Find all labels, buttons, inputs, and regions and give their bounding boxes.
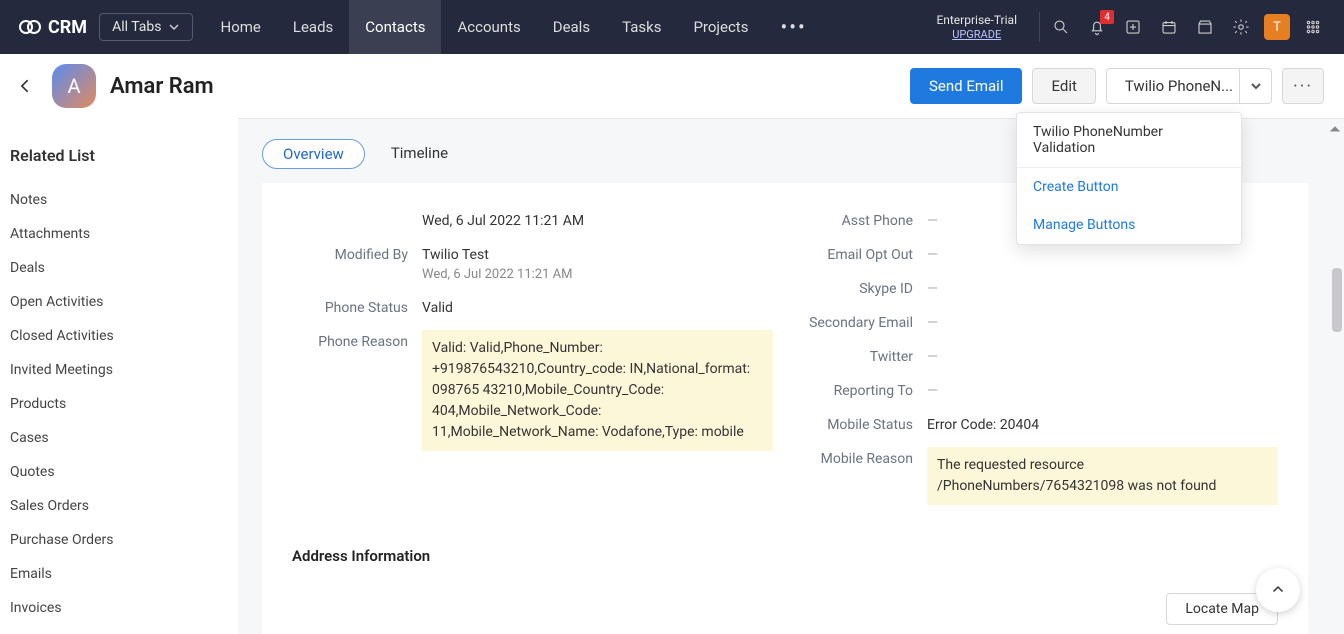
trial-name: Enterprise-Trial	[936, 13, 1017, 27]
nav-tabs: Home Leads Contacts Accounts Deals Tasks…	[205, 0, 823, 54]
notification-badge: 4	[1100, 10, 1114, 24]
nav-leads[interactable]: Leads	[277, 0, 349, 54]
sidebar-item-purchase-orders[interactable]: Purchase Orders	[10, 523, 228, 557]
related-list-title: Related List	[10, 140, 228, 183]
sidebar-item-cases[interactable]: Cases	[10, 421, 228, 455]
gear-icon[interactable]	[1226, 12, 1256, 42]
value-modified-by: Twilio Test Wed, 6 Jul 2022 11:21 AM	[422, 243, 773, 286]
header-actions: Send Email Edit Twilio PhoneN... ··· Twi…	[910, 68, 1330, 104]
overview-card: Wed, 6 Jul 2022 11:21 AM Modified By Twi…	[262, 183, 1308, 634]
tab-overview[interactable]: Overview	[262, 139, 365, 169]
custom-button-label: Twilio PhoneN...	[1125, 77, 1239, 95]
label-skype: Skype ID	[797, 277, 927, 301]
sidebar-item-sales-orders[interactable]: Sales Orders	[10, 489, 228, 523]
vertical-scrollbar[interactable]	[1326, 118, 1344, 634]
sidebar-item-products[interactable]: Products	[10, 387, 228, 421]
sidebar-item-invoices[interactable]: Invoices	[10, 591, 228, 625]
back-button[interactable]	[14, 74, 38, 98]
nav-more[interactable]: •••	[764, 0, 822, 54]
label-twitter: Twitter	[797, 345, 927, 369]
value-twitter: —	[927, 345, 1278, 369]
sidebar-item-attachments[interactable]: Attachments	[10, 217, 228, 251]
label-reporting-to: Reporting To	[797, 379, 927, 403]
value-phone-status: Valid	[422, 296, 773, 320]
label-phone-status: Phone Status	[292, 296, 422, 320]
search-icon[interactable]	[1046, 12, 1076, 42]
nav-deals[interactable]: Deals	[537, 0, 606, 54]
label-mobile-reason: Mobile Reason	[797, 447, 927, 471]
brand-text: CRM	[48, 17, 87, 38]
value-skype: —	[927, 277, 1278, 301]
contact-avatar: A	[52, 64, 96, 108]
value-mobile-reason: The requested resource /PhoneNumbers/765…	[927, 447, 1278, 505]
left-column: Wed, 6 Jul 2022 11:21 AM Modified By Twi…	[292, 199, 773, 513]
label-modified-by: Modified By	[292, 243, 422, 267]
upgrade-link[interactable]: UPGRADE	[952, 28, 1001, 41]
modified-date: Wed, 6 Jul 2022 11:21 AM	[422, 267, 773, 282]
label-mobile-status: Mobile Status	[797, 413, 927, 437]
value-reporting-to: —	[927, 379, 1278, 403]
trial-banner: Enterprise-Trial UPGRADE	[924, 13, 1029, 42]
menu-twilio-validation[interactable]: Twilio PhoneNumber Validation	[1017, 113, 1241, 168]
sidebar-item-closed-activities[interactable]: Closed Activities	[10, 319, 228, 353]
label-email-opt-out: Email Opt Out	[797, 243, 927, 267]
custom-button-dropdown[interactable]: Twilio PhoneN...	[1106, 68, 1272, 104]
menu-manage-buttons[interactable]: Manage Buttons	[1017, 206, 1241, 244]
top-nav: CRM All Tabs Home Leads Contacts Account…	[0, 0, 1344, 54]
nav-contacts[interactable]: Contacts	[349, 0, 441, 54]
apps-grid-icon[interactable]	[1298, 12, 1328, 42]
nav-tool-icons: 4 T	[1039, 12, 1334, 42]
sidebar-item-deals[interactable]: Deals	[10, 251, 228, 285]
sidebar-item-notes[interactable]: Notes	[10, 183, 228, 217]
all-tabs-label: All Tabs	[112, 19, 161, 35]
sidebar-item-open-activities[interactable]: Open Activities	[10, 285, 228, 319]
label-secondary-email: Secondary Email	[797, 311, 927, 335]
contact-header: A Amar Ram Send Email Edit Twilio PhoneN…	[0, 54, 1344, 118]
chevron-down-icon[interactable]	[1239, 69, 1271, 103]
scrollbar-thumb[interactable]	[1332, 268, 1342, 332]
value-mobile-status: Error Code: 20404	[927, 413, 1278, 437]
nav-tasks[interactable]: Tasks	[606, 0, 677, 54]
right-column: Asst Phone— Email Opt Out— Skype ID— Sec…	[797, 199, 1278, 513]
created-date: Wed, 6 Jul 2022 11:21 AM	[422, 209, 773, 233]
value-email-opt-out: —	[927, 243, 1278, 267]
section-address-info: Address Information	[292, 547, 1278, 565]
value-phone-reason: Valid: Valid,Phone_Number: +919876543210…	[422, 330, 773, 451]
nav-projects[interactable]: Projects	[677, 0, 764, 54]
sidebar-item-invited-meetings[interactable]: Invited Meetings	[10, 353, 228, 387]
sidebar-item-emails[interactable]: Emails	[10, 557, 228, 591]
tab-timeline[interactable]: Timeline	[371, 139, 468, 169]
menu-create-button[interactable]: Create Button	[1017, 168, 1241, 206]
more-actions-button[interactable]: ···	[1282, 68, 1324, 104]
marketplace-icon[interactable]	[1190, 12, 1220, 42]
contact-name: Amar Ram	[110, 74, 214, 99]
avatar-letter: T	[1264, 14, 1290, 40]
edit-button[interactable]: Edit	[1032, 68, 1095, 104]
chevron-down-icon	[168, 21, 180, 33]
all-tabs-dropdown[interactable]: All Tabs	[99, 13, 192, 41]
related-list-sidebar: Related List Notes Attachments Deals Ope…	[0, 118, 238, 634]
scroll-up-arrow[interactable]	[1329, 120, 1341, 139]
custom-button-menu: Twilio PhoneNumber Validation Create But…	[1016, 112, 1242, 245]
nav-accounts[interactable]: Accounts	[441, 0, 536, 54]
sidebar-item-quotes[interactable]: Quotes	[10, 455, 228, 489]
label-phone-reason: Phone Reason	[292, 330, 422, 354]
crm-icon	[18, 15, 42, 39]
add-icon[interactable]	[1118, 12, 1148, 42]
user-avatar[interactable]: T	[1262, 12, 1292, 42]
calendar-icon[interactable]	[1154, 12, 1184, 42]
label-asst-phone: Asst Phone	[797, 209, 927, 233]
bell-icon[interactable]: 4	[1082, 12, 1112, 42]
value-secondary-email: —	[927, 311, 1278, 335]
nav-home[interactable]: Home	[205, 0, 277, 54]
scroll-to-top-button[interactable]	[1256, 568, 1300, 612]
brand-logo[interactable]: CRM	[10, 15, 95, 39]
send-email-button[interactable]: Send Email	[910, 68, 1022, 104]
